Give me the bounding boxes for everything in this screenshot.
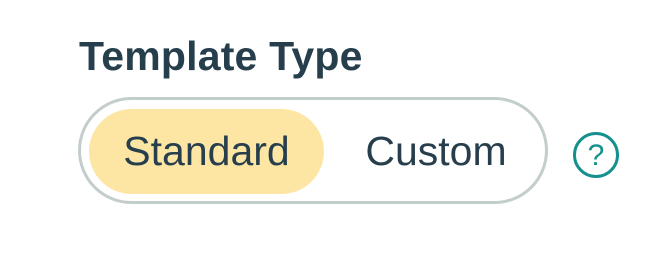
- template-type-option-standard[interactable]: Standard: [89, 109, 324, 194]
- template-type-option-custom[interactable]: Custom: [341, 109, 531, 194]
- template-type-label: Template Type: [79, 33, 363, 79]
- template-type-segmented-control: Standard Custom: [78, 97, 548, 204]
- help-button[interactable]: ?: [572, 131, 620, 179]
- question-mark-glyph: ?: [588, 139, 605, 172]
- question-mark-circle-icon: ?: [573, 132, 619, 178]
